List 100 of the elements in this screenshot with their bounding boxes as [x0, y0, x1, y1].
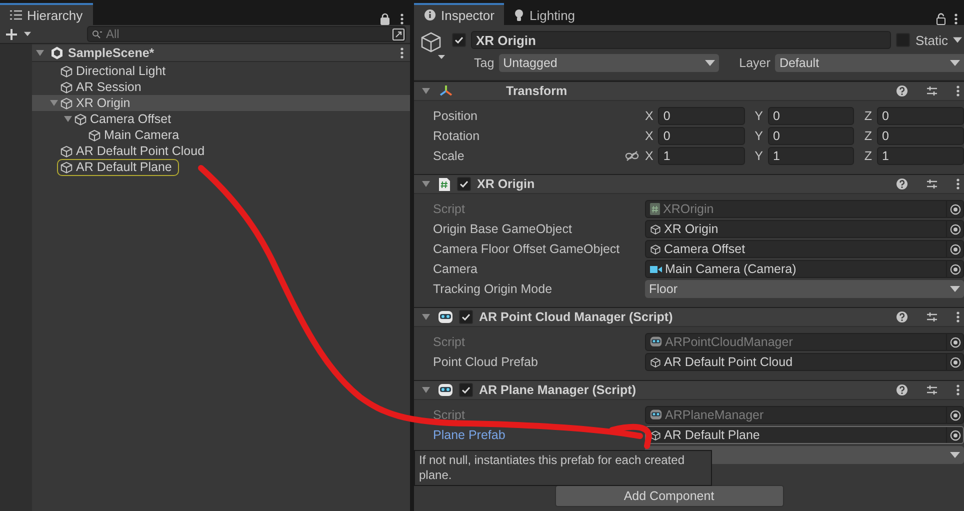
component-header[interactable]: XR Origin [414, 174, 964, 194]
enabled-checkbox[interactable] [457, 177, 471, 191]
search-input[interactable]: All [106, 27, 389, 41]
number-field[interactable]: 0 [876, 127, 964, 145]
enabled-checkbox[interactable] [459, 310, 473, 324]
axis-label: X [645, 109, 654, 123]
link-icon[interactable] [625, 151, 639, 161]
active-checkbox[interactable] [452, 33, 466, 47]
help-icon[interactable] [896, 85, 908, 97]
object-field[interactable]: Main Camera (Camera) [645, 260, 964, 278]
scene-row[interactable]: SampleScene* [32, 45, 410, 62]
axis-label: Y [754, 149, 763, 163]
component-title: AR Plane Manager (Script) [479, 383, 637, 397]
axis-label: Y [754, 109, 763, 123]
object-label: Main Camera [85, 126, 186, 144]
more-icon[interactable] [956, 311, 960, 323]
cube-icon [88, 128, 101, 142]
lock-icon[interactable] [380, 13, 390, 25]
number-field[interactable]: 1 [876, 147, 964, 165]
hierarchy-row[interactable]: Directional Light [32, 63, 410, 79]
property-label: Camera [433, 262, 478, 276]
presets-icon[interactable] [926, 384, 938, 396]
object-picker-icon[interactable] [950, 430, 960, 440]
number-field[interactable]: 1 [658, 147, 745, 165]
cube-icon [650, 224, 661, 234]
help-icon[interactable] [896, 384, 908, 396]
caret-icon[interactable] [705, 60, 716, 66]
cube-icon[interactable] [420, 31, 446, 61]
component-header[interactable]: Transform [414, 81, 964, 101]
search-field[interactable]: All [87, 26, 406, 42]
property-label: Script [433, 202, 465, 216]
hierarchy-row[interactable]: XR Origin [32, 95, 410, 111]
presets-icon[interactable] [926, 85, 938, 97]
number-field[interactable]: 0 [768, 127, 854, 145]
layer-dropdown[interactable]: Default [775, 54, 964, 72]
help-icon[interactable] [896, 178, 908, 190]
add-component-button[interactable]: Add Component [554, 485, 784, 507]
number-field[interactable]: 0 [658, 127, 745, 145]
caret-icon[interactable] [24, 31, 31, 37]
cube-icon [60, 144, 73, 158]
number-field[interactable]: 0 [768, 107, 854, 125]
help-icon[interactable] [896, 311, 908, 323]
object-field[interactable]: AR Default Point Cloud [645, 353, 964, 371]
object-picker-icon[interactable] [950, 224, 960, 234]
property-label: Plane Prefab [433, 428, 506, 442]
object-picker-icon[interactable] [950, 264, 960, 274]
search-icon [92, 30, 103, 38]
property-label: Script [433, 335, 465, 349]
inspector-tab[interactable]: Lighting [504, 3, 586, 25]
object-label: AR Default Point Cloud [57, 142, 212, 160]
hierarchy-row[interactable]: AR Default Point Cloud [32, 143, 410, 159]
axes-icon [438, 84, 454, 98]
more-icon[interactable] [954, 13, 958, 25]
expand-window-icon[interactable] [392, 28, 405, 40]
enabled-checkbox[interactable] [459, 383, 473, 397]
number-field[interactable]: 1 [768, 147, 854, 165]
hierarchy-row[interactable]: Main Camera [32, 127, 410, 143]
inspector-tab[interactable]: Inspector [414, 3, 504, 25]
component-header[interactable]: AR Point Cloud Manager (Script) [414, 307, 964, 327]
axis-label: Z [864, 149, 872, 163]
object-picker-icon[interactable] [950, 244, 960, 254]
object-field[interactable]: XR Origin [645, 220, 964, 238]
component-header[interactable]: AR Plane Manager (Script) [414, 380, 964, 400]
object-field[interactable]: AR Default Plane [645, 426, 964, 444]
hierarchy-row[interactable]: Camera Offset [32, 111, 410, 127]
name-field[interactable]: XR Origin [471, 31, 892, 49]
object-picker-icon[interactable] [950, 356, 960, 368]
check-icon [454, 35, 464, 45]
static-checkbox[interactable] [896, 33, 910, 47]
plus-icon[interactable] [5, 28, 18, 40]
hierarchy-row[interactable]: AR Default Plane [32, 159, 410, 175]
property-label: Script [433, 408, 465, 422]
object-label: AR Default Plane [57, 158, 179, 176]
camera-icon [650, 264, 662, 274]
more-icon[interactable] [400, 47, 404, 59]
lock-icon[interactable] [936, 13, 946, 25]
presets-icon[interactable] [926, 178, 938, 190]
hierarchy-tab[interactable]: Hierarchy [0, 3, 93, 25]
more-icon[interactable] [956, 85, 960, 97]
more-icon[interactable] [400, 13, 404, 25]
property-label: Rotation [433, 129, 480, 143]
check-icon [461, 385, 471, 395]
caret-icon[interactable] [950, 60, 960, 66]
number-field[interactable]: 0 [876, 107, 964, 125]
dropdown[interactable]: Floor [645, 280, 964, 298]
object-field[interactable]: Camera Offset [645, 240, 964, 258]
presets-icon[interactable] [926, 311, 938, 323]
more-icon[interactable] [956, 384, 960, 396]
more-icon[interactable] [956, 178, 960, 190]
caret-icon[interactable] [950, 452, 960, 458]
tag-dropdown[interactable]: Untagged [499, 54, 720, 72]
number-field[interactable]: 0 [658, 107, 745, 125]
hierarchy-row[interactable]: AR Session [32, 79, 410, 95]
info-icon [424, 9, 436, 21]
cube-icon [650, 244, 661, 254]
cube-icon [74, 112, 87, 126]
cube-icon [60, 160, 73, 174]
caret-icon[interactable] [953, 37, 962, 43]
object-label: XR Origin [57, 94, 138, 112]
caret-icon[interactable] [950, 286, 960, 292]
